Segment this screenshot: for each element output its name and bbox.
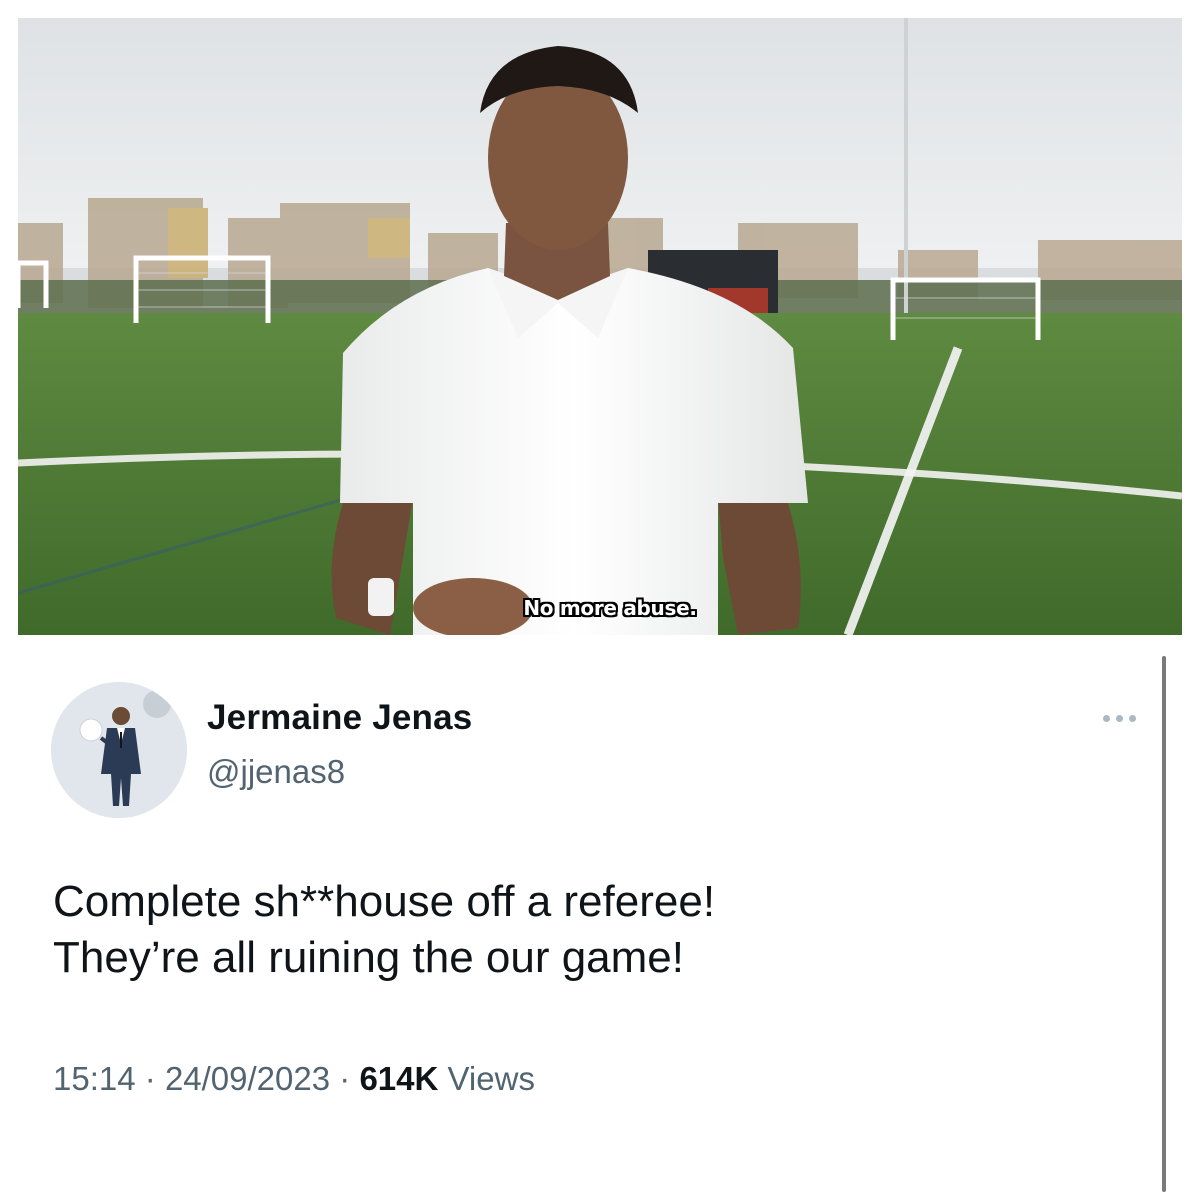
tweet-text-line: Complete sh**house off a referee! [53,877,716,926]
video-caption: No more abuse. [523,596,697,620]
tweet-time[interactable]: 15:14 [53,1060,136,1097]
video-still[interactable]: No more abuse. [18,18,1182,635]
tweet-text: Complete sh**house off a referee! They’r… [53,874,1133,986]
scrollbar[interactable] [1162,656,1166,1192]
avatar-image [51,682,187,818]
separator: · [144,1060,156,1097]
avatar[interactable] [51,682,187,818]
author-display-name[interactable]: Jermaine Jenas [207,698,472,738]
separator: · [339,1060,351,1097]
author-handle[interactable]: @jjenas8 [207,753,345,791]
tweet-date[interactable]: 24/09/2023 [165,1060,330,1097]
tweet-card: Jermaine Jenas @jjenas8 Complete sh**hou… [0,640,1200,1200]
tweet-meta: 15:14 · 24/09/2023 · 614K Views [53,1060,535,1098]
tweet-text-line: They’re all ruining the our game! [53,933,684,982]
views-label: Views [447,1060,535,1097]
more-options-icon[interactable] [1096,706,1142,730]
views-count: 614K [359,1060,439,1097]
video-frame-image [18,18,1182,635]
